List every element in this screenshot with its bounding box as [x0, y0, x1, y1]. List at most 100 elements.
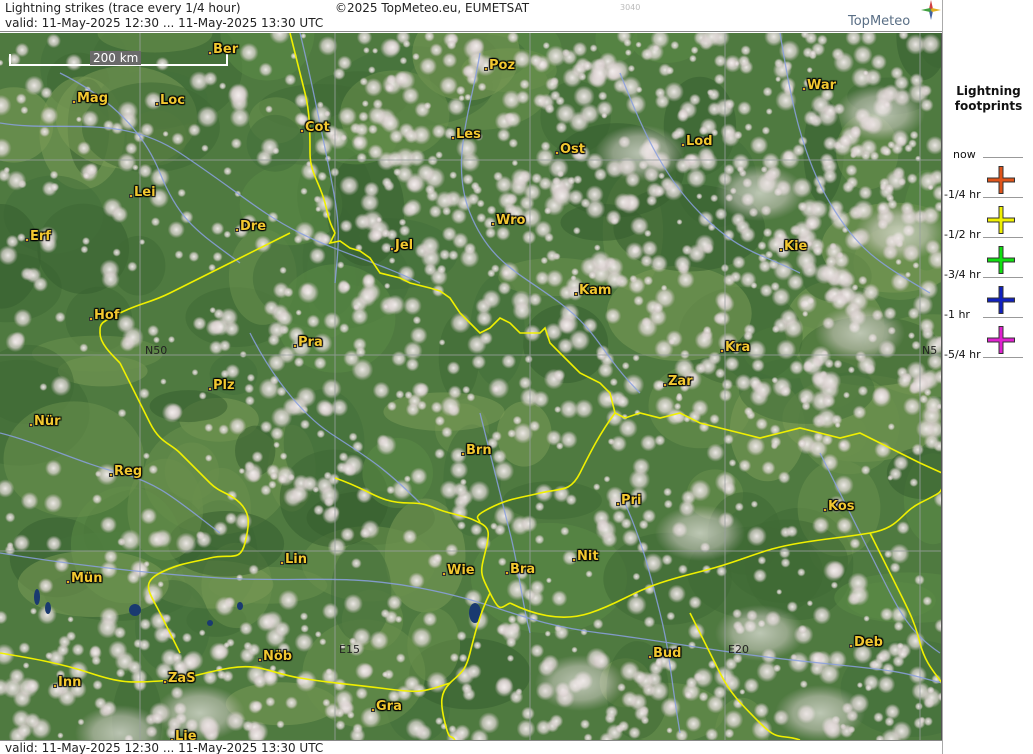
- city-label: Bra: [510, 562, 536, 577]
- lightning-cross-icon: [987, 166, 1015, 194]
- city-dot: [461, 452, 465, 456]
- city-dot: [29, 423, 33, 427]
- footer-bar: valid: 11-May-2025 12:30 ... 11-May-2025…: [0, 740, 942, 754]
- image-tag: 3040: [620, 3, 641, 12]
- city-label: Kam: [579, 283, 612, 298]
- legend-item-label: now: [953, 148, 976, 161]
- city-dot: [72, 100, 76, 104]
- city-label: Lod: [686, 134, 713, 149]
- city-dot: [505, 571, 509, 575]
- city-dot: [849, 644, 853, 648]
- legend-item-label: -1/4 hr: [944, 188, 981, 201]
- city-dot: [802, 87, 806, 91]
- city-label: Jel: [395, 238, 414, 253]
- grid-label-e15: E15: [339, 643, 360, 656]
- city-dot: [681, 143, 685, 147]
- topmeteo-logo[interactable]: TopMeteo: [848, 14, 910, 29]
- city-dot: [555, 151, 559, 155]
- lightning-map-page: Lightning strikes (trace every 1/4 hour)…: [0, 0, 1033, 754]
- header-bar: Lightning strikes (trace every 1/4 hour)…: [0, 0, 942, 32]
- city-dot: [779, 248, 783, 252]
- city-label: Loc: [160, 93, 185, 108]
- city-label: Inn: [58, 675, 82, 690]
- city-dot: [293, 344, 297, 348]
- city-dot: [208, 51, 212, 55]
- grid-label-n5: N5: [922, 344, 938, 357]
- city-dot: [208, 387, 212, 391]
- city-label: Nür: [34, 414, 61, 429]
- valid-time-top: valid: 11-May-2025 12:30 ... 11-May-2025…: [5, 16, 324, 30]
- city-label: Ber: [213, 42, 239, 57]
- city-dot: [823, 508, 827, 512]
- city-dot: [129, 194, 133, 198]
- city-dot: [53, 684, 57, 688]
- legend-separator: [983, 317, 1023, 318]
- city-label: Bud: [653, 646, 682, 661]
- city-dot: [451, 136, 455, 140]
- city-label: Zar: [668, 374, 693, 389]
- legend-separator: [983, 237, 1023, 238]
- city-label: Erf: [30, 229, 51, 244]
- city-label: Lei: [134, 185, 156, 200]
- legend-panel: Lightning footprints now -1/4 hr -1/2 hr -3…: [942, 0, 1033, 754]
- city-label: Lin: [285, 552, 307, 567]
- legend-item-label: -1/2 hr: [944, 228, 981, 241]
- lightning-cross-icon: [987, 206, 1015, 234]
- city-dot: [648, 655, 652, 659]
- legend-separator: [983, 357, 1023, 358]
- city-label: Ost: [560, 142, 586, 157]
- compass-icon: [921, 0, 941, 20]
- lightning-cross-icon: [987, 286, 1015, 314]
- city-dot: [66, 580, 70, 584]
- city-dot: [25, 238, 29, 242]
- city-label: Plz: [213, 378, 235, 393]
- scale-bar-label: 200 km: [90, 51, 142, 65]
- city-dot: [155, 102, 159, 106]
- city-label: Lie: [175, 729, 197, 740]
- city-label: War: [807, 78, 837, 93]
- grid-label-e20: E20: [728, 643, 749, 656]
- city-dot: [663, 383, 667, 387]
- city-label: Nit: [577, 549, 599, 564]
- city-label: Dre: [240, 219, 267, 234]
- city-dot: [163, 680, 167, 684]
- city-dot: [491, 222, 495, 226]
- legend-item-label: -5/4 hr: [944, 348, 981, 361]
- city-dot: [89, 317, 93, 321]
- satellite-map[interactable]: 200 km N50 N5 E15 E20 Ber Poz War Mag Loc Cot…: [0, 33, 942, 740]
- lightning-cross-icon: [987, 246, 1015, 274]
- city-label: Wie: [447, 563, 475, 578]
- city-label: Gra: [376, 699, 402, 714]
- city-label: Mag: [77, 91, 109, 106]
- lightning-cross-icon: [987, 326, 1015, 354]
- city-label: Kos: [828, 499, 855, 514]
- legend-item-label: -3/4 hr: [944, 268, 981, 281]
- legend-item-label: -1 hr: [944, 308, 970, 321]
- city-label: Poz: [489, 58, 516, 73]
- city-label: Kra: [725, 340, 751, 355]
- city-dot: [109, 473, 113, 477]
- valid-time-bottom: valid: 11-May-2025 12:30 ... 11-May-2025…: [5, 741, 324, 754]
- city-dot: [574, 292, 578, 296]
- copyright-text: ©2025 TopMeteo.eu, EUMETSAT: [335, 1, 530, 15]
- city-dot: [390, 247, 394, 251]
- city-label: Mün: [71, 571, 103, 586]
- city-label: Kie: [784, 239, 808, 254]
- legend-separator: [983, 197, 1023, 198]
- city-label: Pri: [621, 493, 642, 508]
- city-label: ZaS: [168, 671, 196, 686]
- city-label: Nöb: [263, 649, 293, 664]
- city-dot: [235, 228, 239, 232]
- city-dot: [371, 708, 375, 712]
- city-dot: [300, 129, 304, 133]
- legend-separator: [983, 157, 1023, 158]
- legend-title-line2: footprints: [954, 99, 1023, 113]
- grid-label-n50: N50: [145, 344, 168, 357]
- city-dot: [280, 561, 284, 565]
- city-dot: [572, 558, 576, 562]
- city-label: Reg: [114, 464, 143, 479]
- city-dot: [720, 349, 724, 353]
- map-title: Lightning strikes (trace every 1/4 hour): [5, 1, 241, 15]
- city-dot: [616, 502, 620, 506]
- legend-title: Lightning footprints: [943, 84, 1033, 114]
